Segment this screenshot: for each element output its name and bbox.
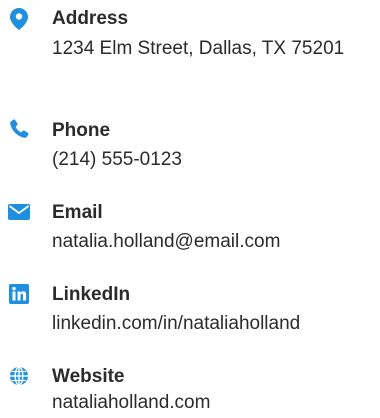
phone-icon [8,118,30,140]
address-label: Address [52,8,129,29]
website-label: Website [52,366,125,387]
phone-label: Phone [52,120,111,141]
email-label: Email [52,202,103,223]
envelope-icon [8,201,30,223]
website-link[interactable]: nataliaholland.com [52,388,210,418]
contact-list: Address 1234 Elm Street, Dallas, TX 7520… [0,0,380,418]
location-pin-icon [8,8,30,30]
phone-link[interactable]: (214) 555-0123 [52,145,182,175]
address-value: 1234 Elm Street, Dallas, TX 75201 [52,38,345,59]
linkedin-label: LinkedIn [52,284,131,305]
linkedin-link[interactable]: linkedin.com/in/nataliaholland [52,309,300,339]
linkedin-icon [8,283,30,305]
globe-icon [8,365,30,387]
email-link[interactable]: natalia.holland@email.com [52,227,280,257]
